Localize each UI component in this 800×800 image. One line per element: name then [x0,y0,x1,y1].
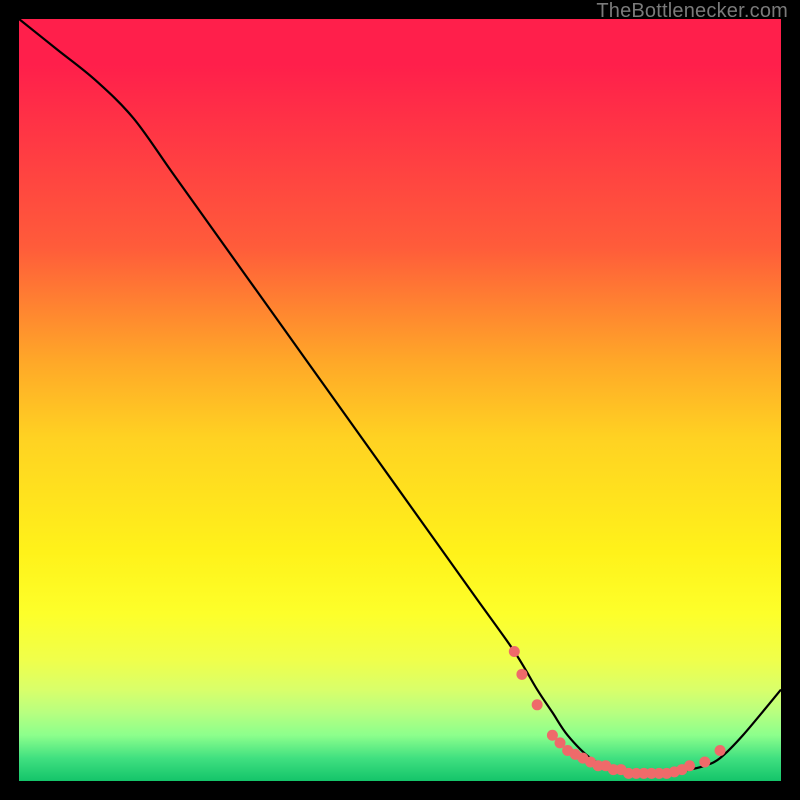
scatter-point [684,760,695,771]
scatter-point [699,756,710,767]
scatter-point [509,646,520,657]
scatter-point [516,669,527,680]
scatter-point [532,699,543,710]
scatter-points [509,646,726,779]
curve-path [19,19,781,774]
curve-layer [19,19,781,781]
bottleneck-curve [19,19,781,774]
chart-frame: TheBottlenecker.com [0,0,800,800]
plot-area [19,19,781,781]
scatter-point [715,745,726,756]
